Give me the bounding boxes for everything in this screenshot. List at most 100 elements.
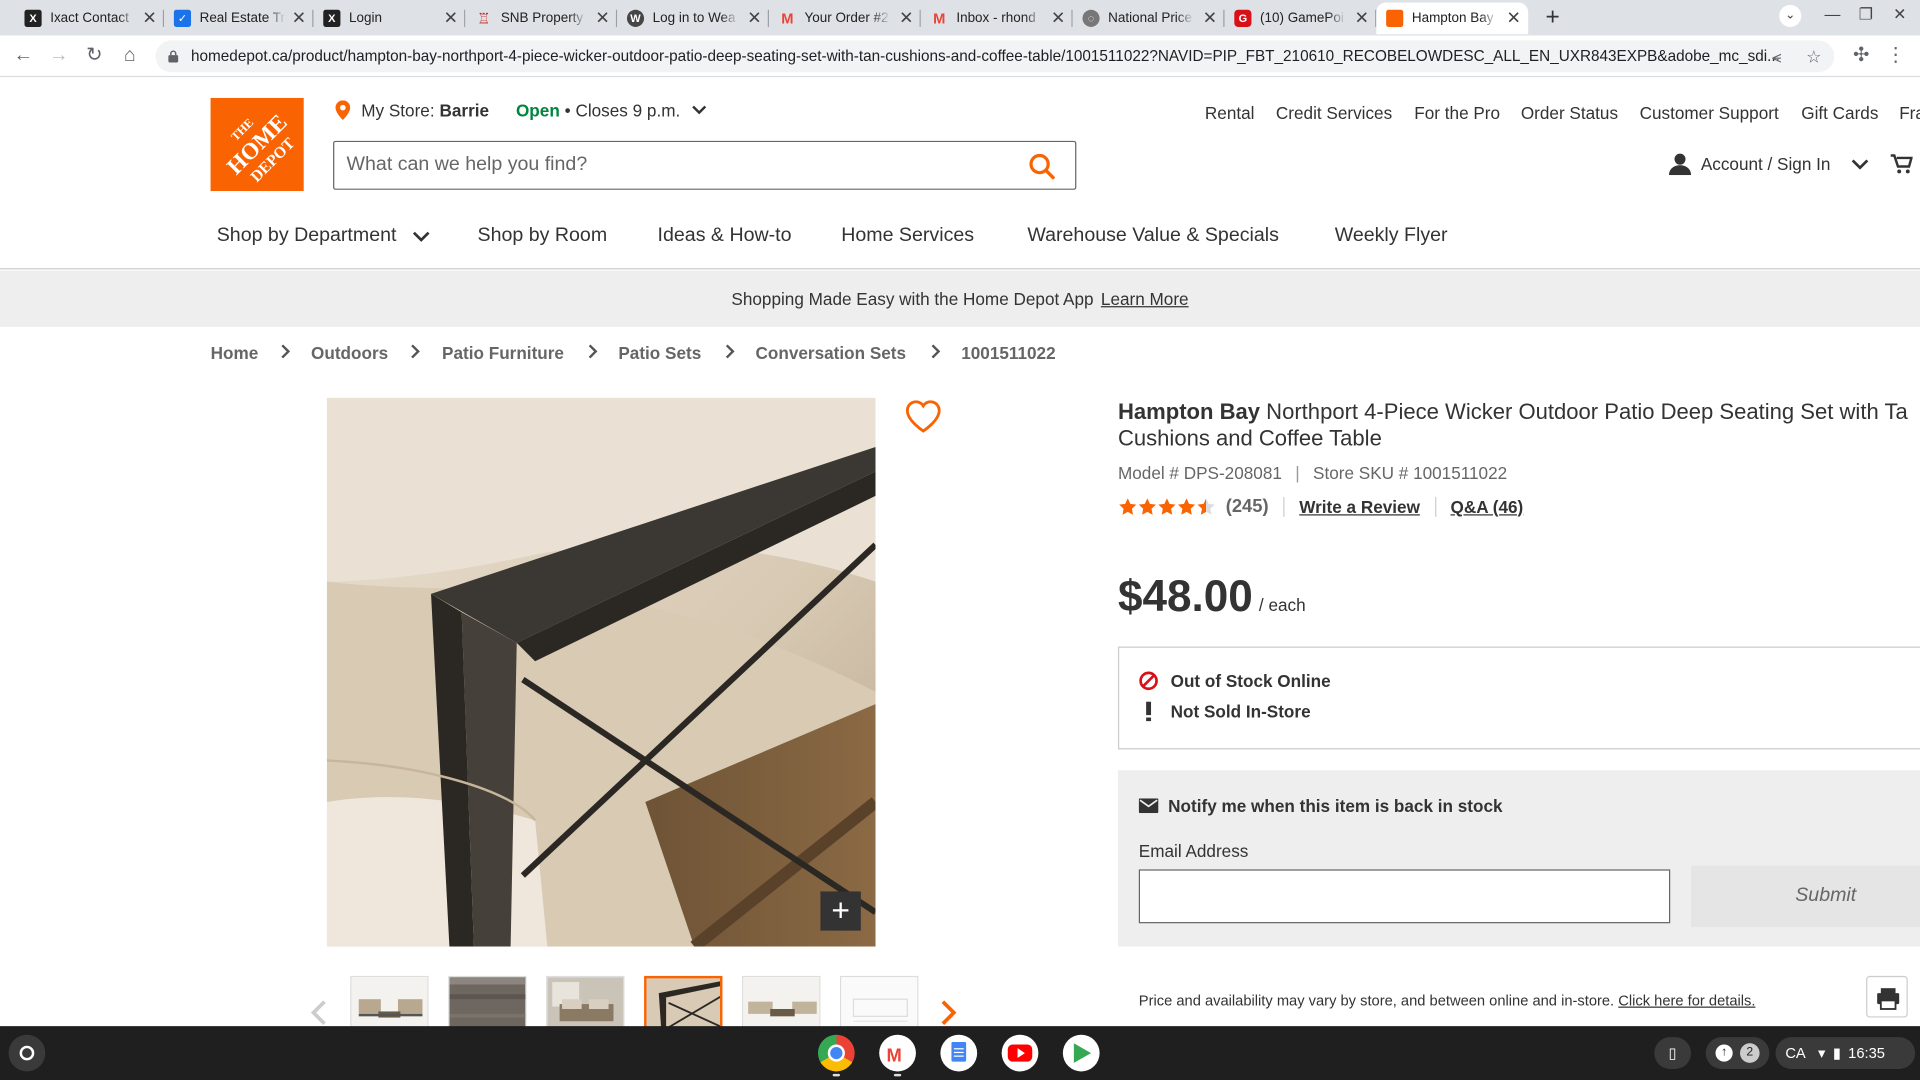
thumbnail-image[interactable] bbox=[840, 975, 919, 1030]
close-icon[interactable]: ✕ bbox=[899, 9, 913, 26]
write-review-link[interactable]: Write a Review bbox=[1299, 497, 1420, 517]
gmail-icon: M bbox=[781, 9, 794, 27]
extensions-icon[interactable]: ✣ bbox=[1849, 44, 1873, 68]
chevron-left-icon[interactable] bbox=[310, 999, 327, 1026]
thumbnail-image-selected[interactable] bbox=[644, 975, 723, 1030]
youtube-app-icon[interactable] bbox=[1001, 1034, 1039, 1072]
gmail-app-icon[interactable]: M bbox=[879, 1034, 916, 1072]
lock-icon bbox=[168, 50, 179, 63]
submit-button[interactable]: Submit bbox=[1691, 865, 1920, 927]
browser-toolbar: ← → ↻ ⌂ homedepot.ca/product/hampton-bay… bbox=[0, 35, 1920, 78]
home-icon[interactable]: ⌂ bbox=[118, 44, 142, 68]
thumbnail-image[interactable] bbox=[350, 975, 429, 1030]
breadcrumb-patio-sets[interactable]: Patio Sets bbox=[618, 343, 701, 363]
nav-shop-by-department[interactable]: Shop by Department bbox=[217, 225, 430, 247]
close-icon[interactable]: ✕ bbox=[292, 9, 306, 26]
browser-menu-icon[interactable]: ⋮ bbox=[1883, 44, 1907, 68]
browser-tab[interactable]: ✓ Real Estate Tr ✕ bbox=[164, 2, 314, 34]
browser-tab[interactable]: M Inbox - rhond ✕ bbox=[921, 2, 1073, 34]
browser-tab[interactable]: ♖ SNB Property ✕ bbox=[465, 2, 618, 34]
review-count[interactable]: (245) bbox=[1226, 496, 1269, 517]
unavailable-icon bbox=[1139, 671, 1158, 691]
thumbnail-image[interactable] bbox=[742, 975, 821, 1030]
address-bar[interactable]: homedepot.ca/product/hampton-bay-northpo… bbox=[155, 40, 1835, 73]
play-store-app-icon[interactable] bbox=[1062, 1034, 1100, 1072]
tab-search-icon[interactable]: ⌄ bbox=[1779, 4, 1802, 27]
close-icon[interactable]: ✕ bbox=[444, 9, 458, 26]
tab-title: National Price bbox=[1108, 11, 1193, 26]
new-tab-button[interactable]: + bbox=[1538, 4, 1567, 33]
running-indicator bbox=[893, 1073, 902, 1077]
bookmark-star-icon[interactable]: ☆ bbox=[1806, 40, 1821, 72]
close-icon[interactable]: ✕ bbox=[747, 9, 761, 26]
product-brand[interactable]: Hampton Bay bbox=[1118, 399, 1260, 423]
forward-arrow-icon[interactable]: → bbox=[47, 44, 71, 68]
home-depot-logo[interactable]: THE HOME DEPOT bbox=[210, 97, 304, 192]
account-menu[interactable]: Account / Sign In bbox=[1668, 153, 1913, 176]
search-bar bbox=[333, 140, 1077, 190]
window-close-icon[interactable]: ✕ bbox=[1893, 5, 1906, 25]
browser-tab-active[interactable]: Hampton Bay ✕ bbox=[1376, 2, 1529, 35]
heart-favorite-icon[interactable] bbox=[904, 397, 943, 436]
docs-app-icon[interactable] bbox=[940, 1034, 978, 1072]
util-link-rental[interactable]: Rental bbox=[1205, 103, 1255, 123]
breadcrumb-patio-furniture[interactable]: Patio Furniture bbox=[442, 343, 564, 363]
thumbnail-patio-set bbox=[351, 977, 428, 1029]
nav-warehouse-value[interactable]: Warehouse Value & Specials bbox=[1027, 225, 1279, 247]
minimize-icon[interactable]: — bbox=[1825, 5, 1841, 23]
learn-more-link[interactable]: Learn More bbox=[1101, 289, 1189, 309]
chrome-app-icon[interactable] bbox=[817, 1034, 855, 1072]
model-number: Model # DPS-208081 bbox=[1117, 462, 1282, 483]
status-area[interactable]: CA ▾ ▮ 16:35 bbox=[1775, 1037, 1916, 1069]
nav-shop-by-room[interactable]: Shop by Room bbox=[478, 225, 608, 247]
notification-tray[interactable]: ↑ 2 bbox=[1705, 1037, 1770, 1069]
my-store[interactable]: My Store: Barrie Open • Closes 9 p.m. bbox=[335, 100, 706, 121]
launcher-icon[interactable] bbox=[8, 1034, 46, 1072]
main-navigation: Shop by Department Shop by Room Ideas & … bbox=[0, 211, 1920, 270]
close-icon[interactable]: ✕ bbox=[595, 9, 609, 26]
chevron-down-icon[interactable] bbox=[691, 105, 706, 115]
reload-icon[interactable]: ↻ bbox=[82, 44, 106, 68]
util-link-for-the-pro[interactable]: For the Pro bbox=[1414, 103, 1500, 123]
util-link-credit-services[interactable]: Credit Services bbox=[1276, 103, 1392, 123]
browser-tab[interactable]: M Your Order #2 ✕ bbox=[769, 2, 921, 34]
browser-tab[interactable]: X Login ✕ bbox=[313, 2, 466, 34]
chevron-right-icon[interactable] bbox=[940, 999, 957, 1026]
nav-ideas-how-to[interactable]: Ideas & How-to bbox=[658, 225, 792, 247]
product-main-image[interactable] bbox=[326, 397, 876, 947]
nav-weekly-flyer[interactable]: Weekly Flyer bbox=[1335, 225, 1448, 247]
nav-home-services[interactable]: Home Services bbox=[841, 225, 974, 247]
zoom-image-button[interactable]: + bbox=[820, 891, 861, 931]
thumbnail-image[interactable] bbox=[448, 975, 527, 1030]
close-icon[interactable]: ✕ bbox=[1051, 9, 1065, 26]
restore-icon[interactable]: ❐ bbox=[1859, 5, 1873, 25]
util-link-truncated[interactable]: Fra bbox=[1899, 103, 1920, 123]
util-link-order-status[interactable]: Order Status bbox=[1521, 103, 1618, 123]
disclaimer-text: Price and availability may vary by store… bbox=[1138, 991, 1615, 1009]
phone-hub-icon[interactable]: ▯ bbox=[1654, 1037, 1692, 1069]
browser-tab[interactable]: W Log in to Wea ✕ bbox=[617, 2, 769, 34]
print-button[interactable] bbox=[1866, 975, 1908, 1018]
breadcrumb-home[interactable]: Home bbox=[211, 343, 259, 363]
back-arrow-icon[interactable]: ← bbox=[11, 44, 35, 68]
qa-link[interactable]: Q&A (46) bbox=[1451, 497, 1524, 517]
close-icon[interactable]: ✕ bbox=[1506, 9, 1520, 26]
cart-icon[interactable] bbox=[1890, 153, 1913, 175]
close-icon[interactable]: ✕ bbox=[142, 9, 156, 26]
thumbnail-image[interactable] bbox=[546, 975, 625, 1030]
rating-stars[interactable] bbox=[1118, 497, 1216, 517]
breadcrumb-conversation-sets[interactable]: Conversation Sets bbox=[756, 343, 907, 363]
close-icon[interactable]: ✕ bbox=[1203, 9, 1217, 26]
close-icon[interactable]: ✕ bbox=[1355, 9, 1369, 26]
util-link-gift-cards[interactable]: Gift Cards bbox=[1801, 103, 1878, 123]
browser-tab[interactable]: X Ixact Contact ✕ bbox=[15, 2, 165, 34]
share-icon[interactable]: ⪪ bbox=[1772, 40, 1782, 72]
email-field[interactable] bbox=[1138, 869, 1671, 924]
browser-tab[interactable]: ◌ National Price ✕ bbox=[1073, 2, 1225, 34]
breadcrumb-outdoors[interactable]: Outdoors bbox=[311, 343, 388, 363]
disclaimer-details-link[interactable]: Click here for details. bbox=[1618, 992, 1755, 1009]
search-input[interactable] bbox=[334, 142, 996, 189]
search-icon[interactable] bbox=[1029, 153, 1056, 180]
browser-tab[interactable]: G (10) GamePoi ✕ bbox=[1225, 2, 1377, 34]
util-link-customer-support[interactable]: Customer Support bbox=[1640, 103, 1779, 123]
